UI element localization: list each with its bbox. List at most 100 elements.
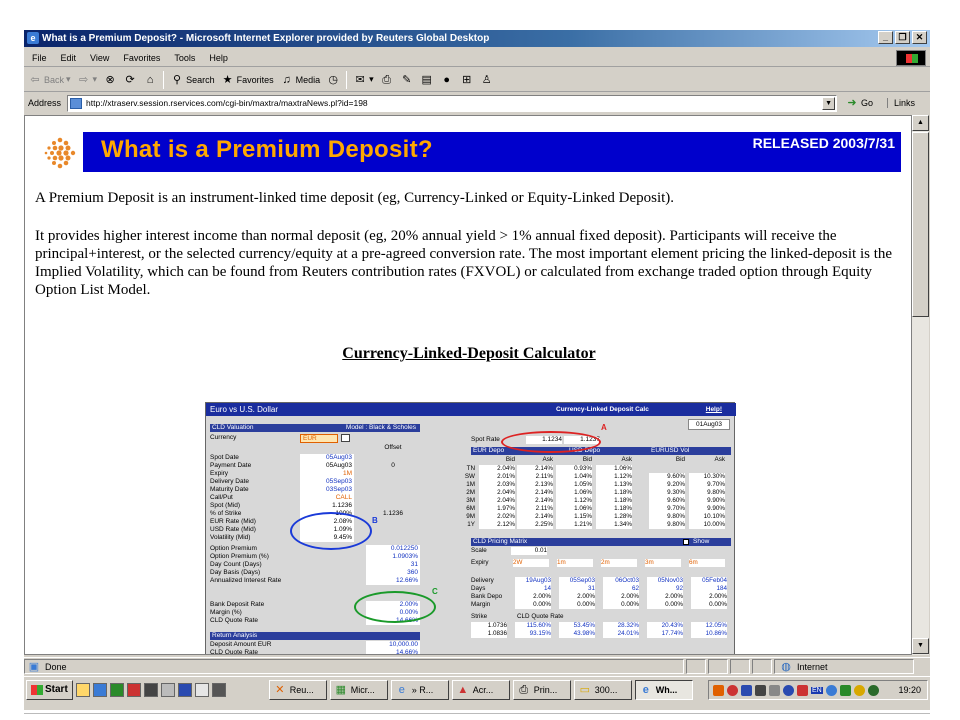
quicklaunch-app-icon[interactable] [143, 682, 158, 697]
refresh-button[interactable]: ⟳ [123, 73, 137, 87]
matrix-cell[interactable]: 184 [691, 585, 727, 593]
matrix-cell[interactable]: 2.00% [515, 593, 551, 601]
expiry-cell[interactable]: 2W [513, 559, 549, 567]
row-value[interactable]: 05Aug03 [300, 454, 354, 462]
matrix-cell[interactable]: 0.00% [647, 601, 683, 609]
calculator-picker-icon[interactable] [341, 434, 350, 442]
address-dropdown-button[interactable]: ▼ [822, 96, 836, 110]
show-checkbox[interactable] [683, 539, 689, 545]
matrix-cell[interactable]: 2.00% [559, 593, 595, 601]
task-printer[interactable]: ⎙ Prin... [512, 679, 571, 700]
matrix-cell[interactable]: 2.00% [691, 593, 727, 601]
matrix-cell[interactable]: 0.00% [559, 601, 595, 609]
depo-cell[interactable]: 1.34% [596, 521, 632, 529]
calculator-help-link[interactable]: Help! [706, 403, 722, 416]
menu-tools[interactable]: Tools [174, 49, 195, 66]
depo-cell[interactable]: 1.18% [596, 505, 632, 513]
tray-app-icon[interactable] [825, 684, 837, 696]
depo-cell[interactable]: 9.60% [649, 497, 685, 505]
task-ie[interactable]: e » R... [390, 679, 449, 700]
quicklaunch-app-icon[interactable] [194, 682, 209, 697]
tray-app-icon[interactable] [839, 684, 851, 696]
quicklaunch-app-icon[interactable] [211, 682, 226, 697]
matrix-cell[interactable]: 19Aug03 [515, 577, 551, 585]
matrix-cell[interactable]: 2.00% [603, 593, 639, 601]
strike-value[interactable]: 1.0836 [471, 630, 507, 638]
depo-cell[interactable]: 1.13% [596, 481, 632, 489]
depo-cell[interactable]: 9.90% [689, 505, 725, 513]
matrix-cell[interactable]: 2.00% [647, 593, 683, 601]
expiry-cell[interactable]: 6m [689, 559, 725, 567]
depo-cell[interactable]: 2.25% [517, 521, 553, 529]
depo-cell[interactable]: 2.04% [479, 465, 515, 473]
quicklaunch-ie-icon[interactable] [92, 682, 107, 697]
depo-cell[interactable]: 2.03% [479, 481, 515, 489]
tray-app-icon[interactable] [853, 684, 865, 696]
task-folder[interactable]: ▭ 300... [573, 679, 632, 700]
depo-cell[interactable]: 1.05% [556, 481, 592, 489]
menu-favorites[interactable]: Favorites [123, 49, 160, 66]
depo-cell[interactable]: 2.11% [517, 505, 553, 513]
address-input[interactable]: http://xtraserv.session.rservices.com/cg… [67, 94, 838, 112]
tray-app-icon[interactable] [797, 684, 808, 696]
menu-file[interactable]: File [32, 49, 47, 66]
forward-button[interactable]: ⇨ ▾ [77, 73, 97, 87]
depo-cell[interactable]: 9.60% [649, 473, 685, 481]
depo-cell[interactable]: 9.30% [649, 489, 685, 497]
depo-cell[interactable]: 1.06% [556, 505, 592, 513]
row-value[interactable]: 1M [300, 470, 354, 478]
search-button[interactable]: ⚲ Search [170, 73, 215, 87]
depo-cell[interactable]: 9.80% [649, 521, 685, 529]
depo-cell[interactable]: 9.20% [649, 481, 685, 489]
depo-cell[interactable]: 9.80% [649, 513, 685, 521]
back-button[interactable]: ⇦ Back ▾ [28, 73, 70, 87]
discuss-button[interactable]: ▤ [420, 73, 434, 87]
row-value[interactable]: 05Sep03 [300, 478, 354, 486]
depo-cell[interactable]: 9.90% [689, 497, 725, 505]
scroll-thumb[interactable] [912, 132, 929, 317]
matrix-cell[interactable]: 05Sep03 [559, 577, 595, 585]
row-value[interactable]: 1.1236 [300, 502, 354, 510]
depo-cell[interactable]: 2.11% [517, 473, 553, 481]
quicklaunch-word-icon[interactable] [177, 682, 192, 697]
matrix-cell[interactable]: 0.00% [515, 601, 551, 609]
depo-cell[interactable]: 2.14% [517, 489, 553, 497]
depo-cell[interactable]: 0.93% [556, 465, 592, 473]
scroll-down-button[interactable]: ▼ [912, 638, 929, 654]
scroll-up-button[interactable]: ▲ [912, 115, 929, 131]
history-button[interactable]: ◷ [326, 73, 340, 87]
depo-cell[interactable]: 1.28% [596, 513, 632, 521]
currency-select[interactable]: EUR [300, 434, 338, 443]
depo-cell[interactable]: 10.00% [689, 521, 725, 529]
quicklaunch-excel-icon[interactable] [109, 682, 124, 697]
quicklaunch-app-icon[interactable] [126, 682, 141, 697]
mail-button[interactable]: ✉ ▾ [353, 73, 374, 87]
scale-value[interactable]: 0.01 [511, 547, 547, 555]
close-button[interactable]: ✕ [912, 31, 927, 44]
favorites-button[interactable]: ★ Favorites [221, 73, 274, 87]
tray-app-icon[interactable] [769, 684, 780, 696]
messenger-button[interactable]: ♙ [480, 73, 494, 87]
task-browser-active[interactable]: e Wh... [634, 679, 693, 700]
depo-cell[interactable]: 1.12% [556, 497, 592, 505]
depo-cell[interactable]: 1.18% [596, 497, 632, 505]
depo-cell[interactable]: 2.04% [479, 497, 515, 505]
depo-cell[interactable]: 2.04% [479, 489, 515, 497]
tray-globe-icon[interactable] [867, 684, 879, 696]
depo-cell[interactable]: 1.06% [596, 465, 632, 473]
research-button[interactable]: ⊞ [460, 73, 474, 87]
quicklaunch-desktop-icon[interactable] [75, 682, 90, 697]
depo-cell[interactable]: 10.10% [689, 513, 725, 521]
task-acrobat[interactable]: ▲ Acr... [451, 679, 510, 700]
strike-value[interactable]: 1.0736 [471, 622, 507, 630]
depo-cell[interactable]: 1.12% [596, 473, 632, 481]
matrix-cell[interactable]: 31 [559, 585, 595, 593]
row-value[interactable]: 03Sep03 [300, 486, 354, 494]
depo-cell[interactable]: 9.80% [689, 489, 725, 497]
start-button[interactable]: Start [26, 679, 73, 700]
task-reuters[interactable]: ✕ Reu... [268, 679, 327, 700]
depo-cell[interactable]: 9.70% [689, 481, 725, 489]
matrix-cell[interactable]: 05Nov03 [647, 577, 683, 585]
tray-norton-icon[interactable] [727, 684, 738, 696]
matrix-cell[interactable]: 0.00% [691, 601, 727, 609]
